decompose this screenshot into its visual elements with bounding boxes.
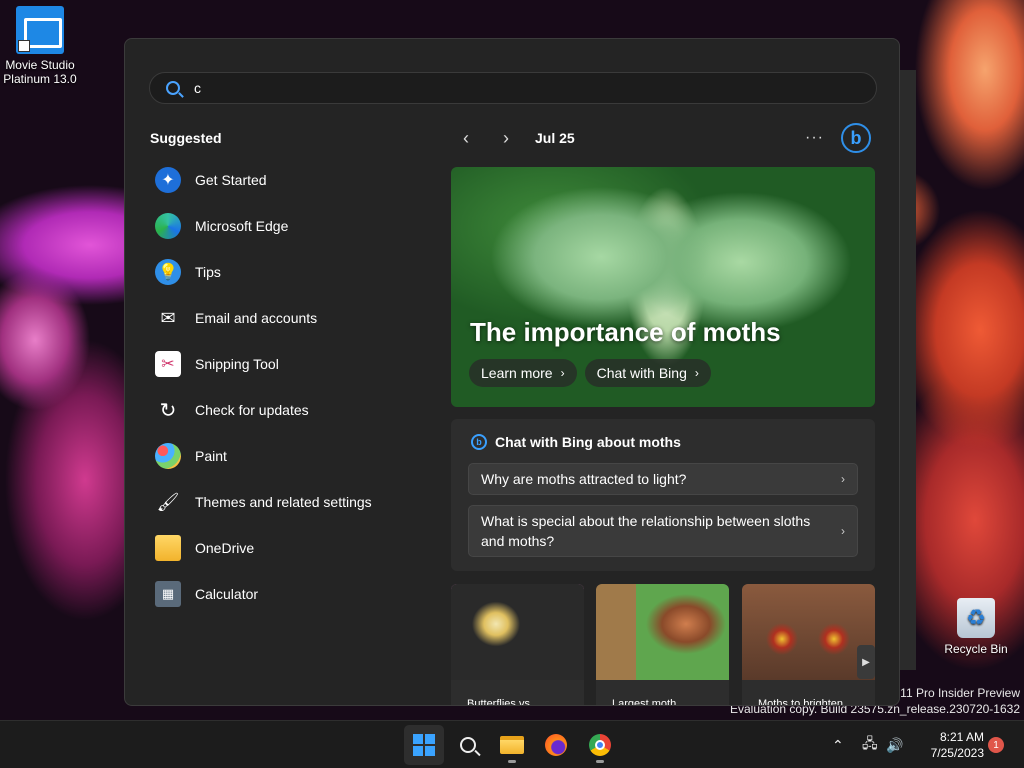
feed-nav: ‹ › Jul 25 ··· b bbox=[455, 123, 877, 153]
recycle-bin-label: Recycle Bin bbox=[944, 642, 1008, 656]
news-tile-butterflies[interactable]: Butterflies vs. bbox=[451, 584, 584, 706]
chrome-icon bbox=[589, 734, 611, 756]
calculator-icon: ▦ bbox=[155, 581, 181, 607]
recycle-bin-icon: ♻ bbox=[957, 598, 995, 638]
suggested-item-label: Get Started bbox=[195, 172, 267, 188]
folder-icon bbox=[500, 736, 524, 754]
running-indicator bbox=[596, 760, 604, 763]
brush-icon: 🖌 bbox=[156, 491, 180, 512]
search-box[interactable] bbox=[149, 72, 877, 104]
suggested-item-label: Paint bbox=[195, 448, 227, 464]
chat-with-bing-button[interactable]: Chat with Bing › bbox=[584, 359, 711, 387]
bing-logo-icon[interactable]: b bbox=[841, 123, 871, 153]
movie-studio-label-line1: Movie Studio bbox=[5, 58, 75, 72]
chat-card-title: b Chat with Bing about moths bbox=[471, 434, 681, 450]
suggested-item-label: Calculator bbox=[195, 586, 259, 602]
desktop-icon-movie-studio[interactable]: Movie Studio Platinum 13.0 bbox=[2, 6, 78, 86]
tiles-next-button[interactable]: ▶ bbox=[857, 645, 875, 679]
volume-icon[interactable]: 🔊 bbox=[886, 721, 903, 768]
bing-chat-card: b Chat with Bing about moths Why are mot… bbox=[451, 419, 875, 571]
chat-card-title-text: Chat with Bing about moths bbox=[495, 434, 681, 450]
chat-question-text: Why are moths attracted to light? bbox=[481, 471, 687, 487]
chevron-right-icon[interactable]: › bbox=[495, 127, 517, 149]
hero-card[interactable]: The importance of moths Learn more › Cha… bbox=[451, 167, 875, 407]
taskbar-chrome[interactable] bbox=[580, 725, 620, 765]
tile-caption: Largest moth bbox=[612, 698, 677, 706]
chevron-left-icon[interactable]: ‹ bbox=[455, 127, 477, 149]
clock-date: 7/25/2023 bbox=[930, 746, 984, 760]
suggested-item-snipping-tool[interactable]: ✂ Snipping Tool bbox=[155, 341, 425, 387]
suggested-item-paint[interactable]: Paint bbox=[155, 433, 425, 479]
suggested-item-onedrive[interactable]: OneDrive bbox=[155, 525, 425, 571]
mail-icon: ✉ bbox=[160, 307, 176, 328]
chat-question-1[interactable]: Why are moths attracted to light? › bbox=[468, 463, 858, 495]
suggested-item-label: Check for updates bbox=[195, 402, 309, 418]
suggested-item-label: Themes and related settings bbox=[195, 494, 372, 510]
butterflies-image bbox=[451, 584, 584, 680]
suggested-item-email-accounts[interactable]: ✉ Email and accounts bbox=[155, 295, 425, 341]
firefox-icon bbox=[545, 734, 567, 756]
chat-question-text: What is special about the relationship b… bbox=[481, 513, 811, 549]
suggested-item-label: Email and accounts bbox=[195, 310, 318, 326]
chevron-right-icon: › bbox=[560, 366, 565, 380]
tips-icon: 💡 bbox=[155, 259, 181, 285]
tile-caption: Moths to brighten bbox=[758, 698, 843, 706]
edge-icon bbox=[155, 213, 181, 239]
refresh-icon: ↻ bbox=[159, 399, 177, 422]
search-icon bbox=[166, 81, 180, 95]
windows-logo-icon bbox=[413, 734, 435, 756]
movie-studio-label-line2: Platinum 13.0 bbox=[3, 72, 77, 86]
clock-time: 8:21 AM bbox=[939, 730, 984, 744]
suggested-item-label: Microsoft Edge bbox=[195, 218, 289, 234]
feed-date: Jul 25 bbox=[535, 130, 575, 146]
chevron-right-icon: › bbox=[841, 472, 845, 486]
watermark-line1: s 11 Pro Insider Preview bbox=[890, 686, 1020, 700]
chevron-right-icon: › bbox=[841, 524, 845, 538]
suggested-item-tips[interactable]: 💡 Tips bbox=[155, 249, 425, 295]
notification-badge[interactable]: 1 bbox=[988, 737, 1004, 753]
news-tile-moths-brighten[interactable]: Moths to brighten bbox=[742, 584, 875, 706]
snipping-tool-icon: ✂ bbox=[155, 351, 181, 377]
tile-caption: Butterflies vs. bbox=[467, 698, 534, 706]
suggested-item-edge[interactable]: Microsoft Edge bbox=[155, 203, 425, 249]
desktop-icon-recycle-bin[interactable]: ♻ Recycle Bin bbox=[940, 598, 1012, 656]
news-tile-largest-moth[interactable]: Largest moth bbox=[596, 584, 729, 706]
suggested-item-themes[interactable]: 🖌 Themes and related settings bbox=[155, 479, 425, 525]
suggested-item-label: Snipping Tool bbox=[195, 356, 279, 372]
chat-with-bing-label: Chat with Bing bbox=[596, 365, 687, 381]
network-icon[interactable]: 🖧 bbox=[862, 721, 878, 768]
taskbar-firefox[interactable] bbox=[536, 725, 576, 765]
taskbar: ⌃ 🖧 🔊 8:21 AM 7/25/2023 1 bbox=[0, 720, 1024, 768]
suggested-item-label: OneDrive bbox=[195, 540, 255, 556]
chevron-up-icon[interactable]: ⌃ bbox=[832, 721, 844, 768]
hero-title: The importance of moths bbox=[470, 317, 781, 347]
taskbar-file-explorer[interactable] bbox=[492, 725, 532, 765]
suggested-list: ✦ Get Started Microsoft Edge 💡 Tips ✉ Em… bbox=[155, 157, 425, 617]
learn-more-button[interactable]: Learn more › bbox=[469, 359, 577, 387]
largest-moth-image bbox=[596, 584, 729, 680]
chat-question-2[interactable]: What is special about the relationship b… bbox=[468, 505, 858, 557]
learn-more-label: Learn more bbox=[481, 365, 553, 381]
suggested-item-get-started[interactable]: ✦ Get Started bbox=[155, 157, 425, 203]
search-input[interactable] bbox=[194, 80, 874, 96]
taskbar-search-button[interactable] bbox=[448, 725, 488, 765]
moth-eyespots-image bbox=[742, 584, 875, 680]
paint-icon bbox=[155, 443, 181, 469]
start-menu: Suggested ✦ Get Started Microsoft Edge 💡… bbox=[124, 38, 900, 706]
suggested-item-calculator[interactable]: ▦ Calculator bbox=[155, 571, 425, 617]
news-tiles: Butterflies vs. Largest moth Moths to br… bbox=[451, 584, 875, 706]
bing-icon: b bbox=[471, 434, 487, 450]
movie-studio-icon bbox=[16, 6, 64, 54]
suggested-item-label: Tips bbox=[195, 264, 221, 280]
chevron-right-icon: › bbox=[694, 366, 699, 380]
suggested-item-check-updates[interactable]: ↻ Check for updates bbox=[155, 387, 425, 433]
onedrive-icon bbox=[155, 535, 181, 561]
running-indicator bbox=[508, 760, 516, 763]
get-started-icon: ✦ bbox=[155, 167, 181, 193]
start-button[interactable] bbox=[404, 725, 444, 765]
search-icon bbox=[460, 737, 476, 753]
clock[interactable]: 8:21 AM 7/25/2023 bbox=[918, 729, 984, 761]
more-options-button[interactable]: ··· bbox=[805, 129, 824, 147]
suggested-heading: Suggested bbox=[150, 130, 222, 146]
